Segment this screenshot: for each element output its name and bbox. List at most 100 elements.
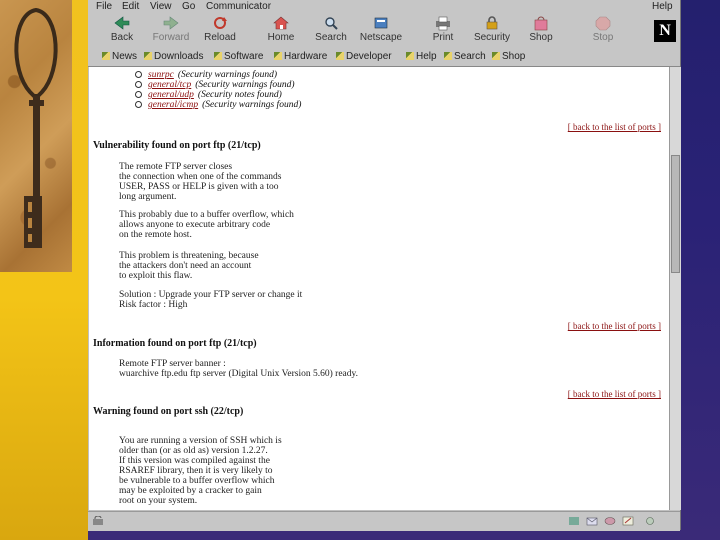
section-paragraph: You are running a version of SSH which i…: [119, 436, 282, 506]
security-status-icon[interactable]: [92, 516, 104, 526]
home-button[interactable]: Home: [264, 15, 298, 47]
print-label: Print: [432, 32, 454, 43]
security-button[interactable]: Security: [472, 15, 512, 47]
port-note: (Security warnings found): [177, 70, 278, 80]
bullet-icon: [135, 81, 142, 89]
netscape-button[interactable]: Netscape: [356, 15, 406, 47]
text-line: USER, PASS or HELP is given with a too: [119, 182, 279, 192]
bullet-icon: [135, 101, 142, 109]
status-bar: [88, 511, 680, 531]
print-button[interactable]: Print: [426, 15, 460, 47]
section-heading: Information found on port ftp (21/tcp): [93, 338, 257, 349]
text-line: on the remote host.: [119, 230, 192, 240]
discussion-icon[interactable]: [604, 516, 616, 526]
navigator-icon[interactable]: [568, 516, 580, 526]
list-item: sunrpc (Security warnings found): [135, 70, 301, 80]
back-link-text[interactable]: [ back to the list of ports ]: [568, 122, 661, 132]
bookmark-icon: [144, 52, 152, 61]
bookmark-icon: [492, 52, 500, 61]
section-heading: Warning found on port ssh (22/tcp): [93, 406, 244, 417]
netscape-logo[interactable]: N: [654, 20, 676, 42]
text-line: the attackers don't need an account: [119, 261, 252, 271]
port-link[interactable]: general/udp: [148, 90, 194, 100]
port-link[interactable]: sunrpc: [148, 70, 174, 80]
menu-file[interactable]: File: [96, 1, 112, 12]
reload-icon: [214, 17, 227, 29]
bullet-icon: [135, 91, 142, 99]
search-icon: [325, 17, 338, 30]
menu-view[interactable]: View: [150, 1, 172, 12]
text-line: long argument.: [119, 192, 177, 202]
text-line: Risk factor : High: [119, 300, 188, 310]
bookmark-downloads[interactable]: Downloads: [144, 51, 203, 62]
bookmark-software[interactable]: Software: [214, 51, 263, 62]
browser-window: File Edit View Go Communicator Help Back…: [88, 0, 681, 531]
back-link-text[interactable]: [ back to the list of ports ]: [568, 389, 661, 399]
text-line: be vulnerable to a buffer overflow which: [119, 476, 275, 486]
vertical-scrollbar[interactable]: [669, 67, 681, 510]
menu-help[interactable]: Help: [652, 1, 673, 12]
section-paragraph: This probably due to a buffer overflow, …: [119, 210, 294, 240]
bullet-icon: [135, 71, 142, 79]
text-line: root on your system.: [119, 496, 198, 506]
back-to-ports-link[interactable]: [ back to the list of ports ]: [568, 321, 661, 331]
connection-status-icon[interactable]: [644, 516, 656, 526]
back-link-text[interactable]: [ back to the list of ports ]: [568, 321, 661, 331]
shopping-bag-icon: [534, 16, 548, 31]
text-line: You are running a version of SSH which i…: [119, 436, 282, 446]
text-line: to exploit this flaw.: [119, 271, 193, 281]
bookmark-icon: [274, 52, 282, 61]
bookmark-news[interactable]: News: [102, 51, 137, 62]
netscape-label: Netscape: [359, 32, 403, 43]
port-link[interactable]: general/tcp: [148, 80, 191, 90]
bookmark-help[interactable]: Help: [406, 51, 437, 62]
stop-button[interactable]: Stop: [586, 15, 620, 47]
bookmark-label: Software: [224, 51, 264, 62]
search-label: Search: [315, 32, 347, 43]
bookmark-label: News: [112, 51, 138, 62]
list-item: general/tcp (Security warnings found): [135, 80, 301, 90]
text-line: The remote FTP server closes: [119, 162, 233, 172]
text-line: Solution : Upgrade your FTP server or ch…: [119, 290, 303, 300]
menu-bar: File Edit View Go Communicator Help: [88, 0, 680, 14]
back-to-ports-link[interactable]: [ back to the list of ports ]: [568, 389, 661, 399]
bookmark-developer[interactable]: Developer: [336, 51, 392, 62]
bookmark-label: Shop: [502, 51, 526, 62]
scrollbar-thumb[interactable]: [671, 155, 680, 273]
forward-label: Forward: [152, 32, 190, 43]
text-line: This problem is threatening, because: [119, 251, 259, 261]
port-note: (Security warnings found): [195, 80, 295, 90]
menu-go[interactable]: Go: [182, 1, 195, 12]
bookmark-label: Developer: [346, 51, 392, 62]
bookmark-label: Search: [454, 51, 486, 62]
shop-label: Shop: [529, 32, 553, 43]
bookmark-icon: [214, 52, 222, 61]
list-item: general/icmp (Security warnings found): [135, 100, 301, 110]
padlock-icon: [486, 16, 498, 30]
shop-button[interactable]: Shop: [526, 15, 556, 47]
menu-edit[interactable]: Edit: [122, 1, 139, 12]
section-paragraph: The remote FTP server closes the connect…: [119, 162, 282, 202]
stop-icon: [595, 16, 611, 31]
forward-button[interactable]: Forward: [150, 15, 192, 47]
back-button[interactable]: Back: [104, 15, 140, 47]
bookmark-search[interactable]: Search: [444, 51, 486, 62]
bookmark-shop[interactable]: Shop: [492, 51, 525, 62]
menu-communicator[interactable]: Communicator: [206, 1, 271, 12]
bookmark-label: Help: [416, 51, 437, 62]
port-link[interactable]: general/icmp: [148, 100, 198, 110]
back-to-ports-link[interactable]: [ back to the list of ports ]: [568, 122, 661, 132]
page-content: sunrpc (Security warnings found) general/…: [89, 67, 669, 510]
bookmark-hardware[interactable]: Hardware: [274, 51, 327, 62]
mail-icon[interactable]: [586, 516, 598, 526]
text-line: This probably due to a buffer overflow, …: [119, 210, 294, 220]
stop-label: Stop: [592, 32, 614, 43]
search-button[interactable]: Search: [312, 15, 350, 47]
text-line: wuarchive ftp.edu ftp server (Digital Un…: [119, 369, 359, 379]
text-line: RSAREF library, then it is very likely t…: [119, 466, 273, 476]
composer-icon[interactable]: [622, 516, 634, 526]
security-label: Security: [473, 32, 511, 43]
bookmark-label: Hardware: [284, 51, 328, 62]
bookmark-icon: [406, 52, 414, 61]
reload-button[interactable]: Reload: [200, 15, 240, 47]
